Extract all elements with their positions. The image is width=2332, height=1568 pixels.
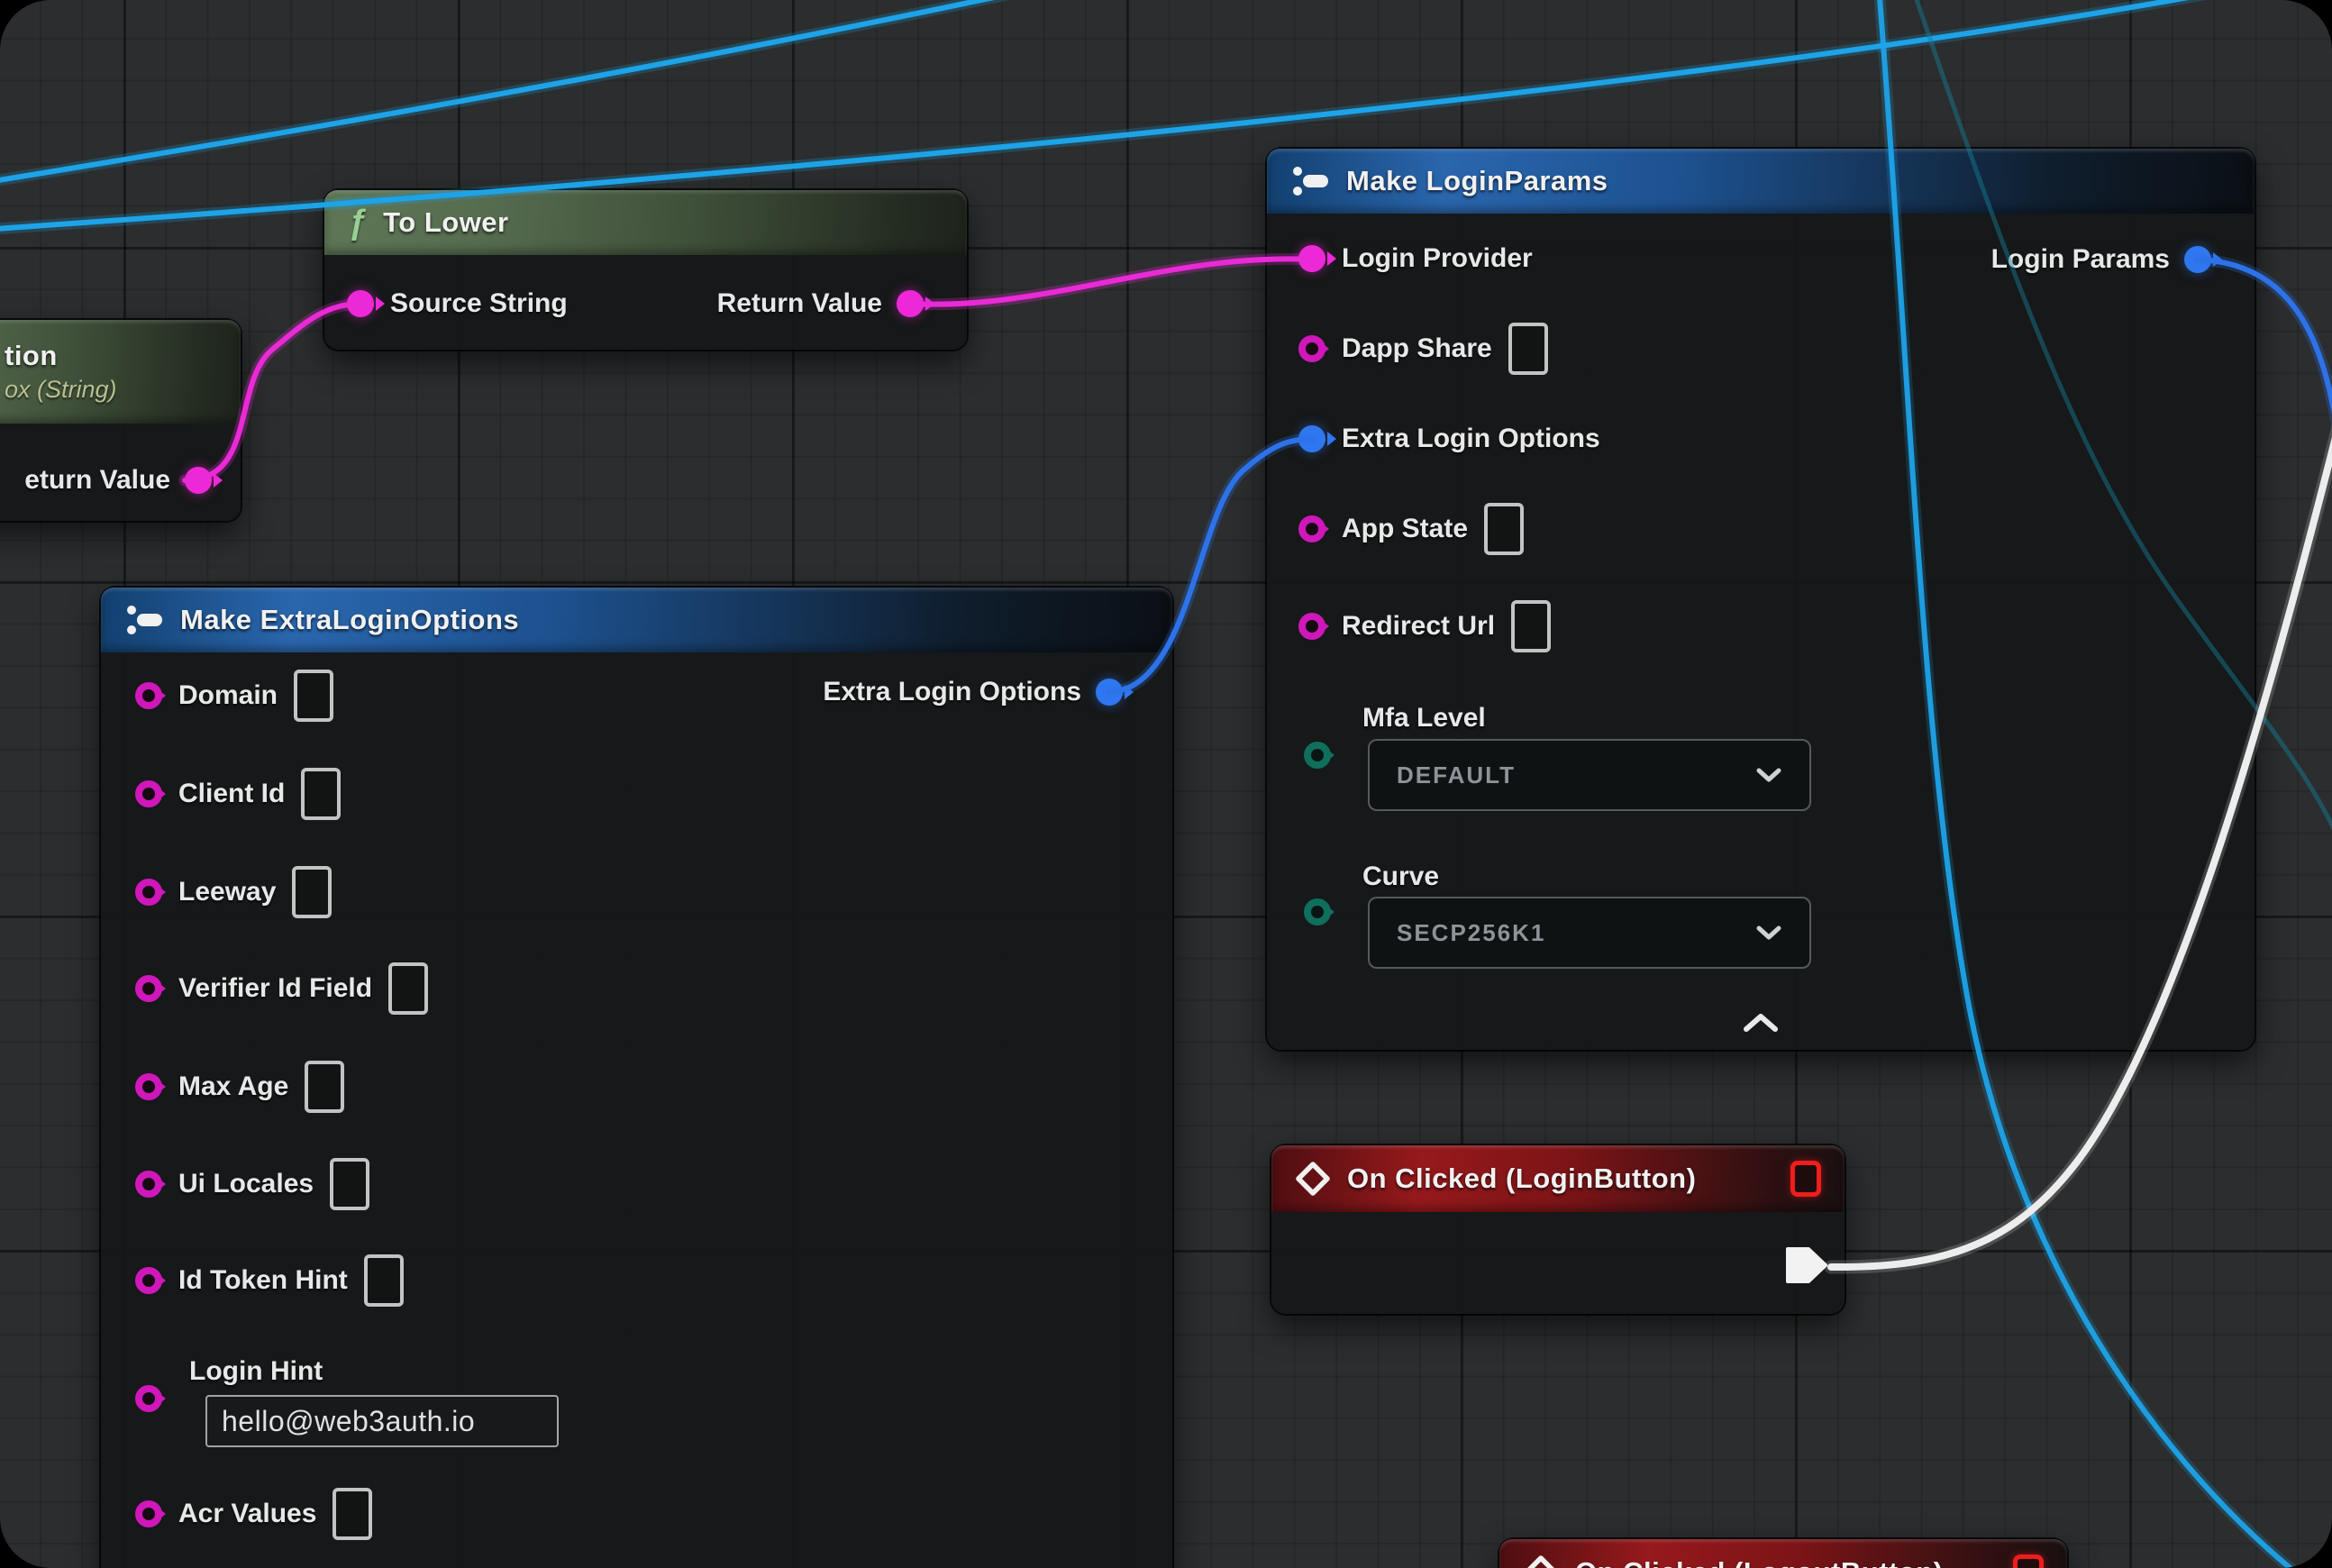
event-diamond-icon xyxy=(1523,1554,1559,1568)
event-diamond-icon xyxy=(1295,1161,1331,1197)
ui-locales-checkbox[interactable] xyxy=(330,1158,369,1210)
node-subtitle-fragment: ox (String) xyxy=(5,376,117,404)
client-id-input-pin[interactable] xyxy=(135,780,162,807)
make-struct-icon xyxy=(124,602,164,638)
node-title: On Clicked (LogoutButton) xyxy=(1575,1556,1944,1568)
extra-login-options-input-pin[interactable] xyxy=(1298,425,1325,452)
dapp-share-checkbox[interactable] xyxy=(1508,323,1548,375)
mfa-level-label: Mfa Level xyxy=(1362,703,1486,734)
source-string-label: Source String xyxy=(390,288,568,319)
login-hint-label: Login Hint xyxy=(189,1356,323,1387)
node-to-lower[interactable]: ƒ To Lower Source String Return Value xyxy=(324,190,967,350)
domain-checkbox[interactable] xyxy=(294,670,333,722)
verifier-id-field-checkbox[interactable] xyxy=(388,962,428,1015)
redirect-url-checkbox[interactable] xyxy=(1511,600,1551,652)
source-string-input-pin[interactable] xyxy=(347,290,374,317)
acr-values-checkbox[interactable] xyxy=(332,1488,372,1540)
login-params-output-pin[interactable] xyxy=(2184,246,2211,273)
event-bound-badge-icon xyxy=(1790,1161,1821,1197)
app-state-input-pin[interactable] xyxy=(1298,515,1325,542)
client-id-label: Client Id xyxy=(178,779,285,809)
extra-login-options-output-pin[interactable] xyxy=(1096,679,1123,706)
node-title: To Lower xyxy=(383,206,508,239)
max-age-checkbox[interactable] xyxy=(305,1061,344,1113)
id-token-hint-label: Id Token Hint xyxy=(178,1265,348,1296)
curve-dropdown[interactable]: SECP256K1 xyxy=(1368,897,1811,969)
node-title: On Clicked (LoginButton) xyxy=(1347,1162,1696,1195)
blueprint-graph-canvas[interactable]: tion ox (String) eturn Value ƒ To Lower … xyxy=(0,0,2332,1568)
node-on-clicked-logout-button[interactable]: On Clicked (LogoutButton) xyxy=(1499,1539,2067,1568)
make-struct-icon xyxy=(1290,163,1330,199)
dapp-share-input-pin[interactable] xyxy=(1298,335,1325,362)
node-make-extra-login-options[interactable]: Make ExtraLoginOptions Domain Extra Logi… xyxy=(101,588,1172,1568)
node-string-function-partial[interactable]: tion ox (String) eturn Value xyxy=(0,320,241,521)
app-state-label: App State xyxy=(1342,514,1468,544)
max-age-input-pin[interactable] xyxy=(135,1073,162,1100)
node-on-clicked-login-button[interactable]: On Clicked (LoginButton) xyxy=(1271,1145,1845,1314)
return-value-label: eturn Value xyxy=(24,465,170,496)
leeway-checkbox[interactable] xyxy=(292,866,332,918)
wire-tolower-to-login-provider xyxy=(912,259,1312,304)
id-token-hint-checkbox[interactable] xyxy=(364,1254,404,1307)
verifier-id-field-input-pin[interactable] xyxy=(135,975,162,1002)
wire-cyan-background-1 xyxy=(0,0,1045,183)
domain-input-pin[interactable] xyxy=(135,682,162,709)
return-value-output-pin[interactable] xyxy=(185,467,212,494)
event-bound-badge-icon xyxy=(2013,1554,2044,1568)
return-value-label: Return Value xyxy=(717,288,882,319)
wire-tolower-to-login-provider xyxy=(912,259,1312,304)
wire-cyan-background-1 xyxy=(0,0,1045,183)
function-icon: ƒ xyxy=(348,204,367,242)
login-params-output-label: Login Params xyxy=(1991,244,2170,275)
verifier-id-field-label: Verifier Id Field xyxy=(178,973,372,1004)
app-state-checkbox[interactable] xyxy=(1484,503,1524,555)
login-provider-input-pin[interactable] xyxy=(1298,245,1325,272)
extra-login-options-label: Extra Login Options xyxy=(1342,424,1600,454)
acr-values-label: Acr Values xyxy=(178,1499,316,1529)
curve-value: SECP256K1 xyxy=(1397,919,1545,947)
curve-label: Curve xyxy=(1362,861,1439,892)
login-hint-text-input[interactable]: hello@web3auth.io xyxy=(205,1395,559,1447)
curve-input-pin[interactable] xyxy=(1304,898,1331,925)
node-title: Make ExtraLoginOptions xyxy=(180,604,519,636)
acr-values-input-pin[interactable] xyxy=(135,1500,162,1527)
login-hint-input-pin[interactable] xyxy=(135,1385,162,1412)
collapse-node-chevron-icon[interactable] xyxy=(1741,1012,1781,1034)
chevron-down-icon xyxy=(1755,925,1782,941)
max-age-label: Max Age xyxy=(178,1071,288,1102)
ui-locales-label: Ui Locales xyxy=(178,1169,314,1199)
domain-label: Domain xyxy=(178,680,278,711)
id-token-hint-input-pin[interactable] xyxy=(135,1267,162,1294)
node-title-fragment: tion xyxy=(5,340,117,372)
return-value-output-pin[interactable] xyxy=(897,290,924,317)
node-make-login-params[interactable]: Make LoginParams Login Provider Login Pa… xyxy=(1267,149,2255,1050)
dapp-share-label: Dapp Share xyxy=(1342,333,1492,364)
node-title: Make LoginParams xyxy=(1346,165,1608,197)
leeway-label: Leeway xyxy=(178,877,276,907)
ui-locales-input-pin[interactable] xyxy=(135,1171,162,1198)
chevron-down-icon xyxy=(1755,767,1782,783)
redirect-url-label: Redirect Url xyxy=(1342,611,1495,642)
mfa-level-input-pin[interactable] xyxy=(1304,742,1331,769)
redirect-url-input-pin[interactable] xyxy=(1298,613,1325,640)
login-provider-label: Login Provider xyxy=(1342,243,1533,274)
leeway-input-pin[interactable] xyxy=(135,879,162,906)
client-id-checkbox[interactable] xyxy=(301,768,341,820)
mfa-level-value: DEFAULT xyxy=(1397,761,1516,789)
extra-login-options-output-label: Extra Login Options xyxy=(823,677,1081,707)
exec-output-pin[interactable] xyxy=(1785,1246,1828,1284)
mfa-level-dropdown[interactable]: DEFAULT xyxy=(1368,739,1811,811)
